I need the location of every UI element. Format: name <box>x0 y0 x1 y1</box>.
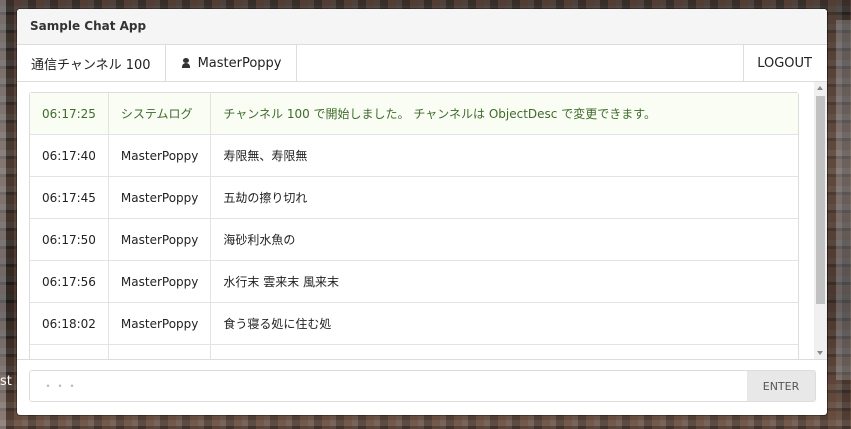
user-menu-item[interactable]: MasterPoppy <box>166 45 297 81</box>
scroll-thumb[interactable] <box>816 96 825 304</box>
chat-log-row: 06:17:45 MasterPoppy 五劫の擦り切れ <box>30 177 798 219</box>
message-sender: MasterPoppy <box>108 303 212 345</box>
message-time: 06:17:40 <box>30 135 109 177</box>
background-window-pane <box>0 0 6 429</box>
message-input[interactable] <box>30 371 747 401</box>
message-composer: ENTER <box>29 370 816 402</box>
background-text-fragment: st <box>0 374 12 389</box>
message-text <box>211 345 798 359</box>
app-title: Sample Chat App <box>17 9 827 45</box>
message-time: 06:17:45 <box>30 177 109 219</box>
menu-bar: 通信チャンネル 100 MasterPoppy LOGOUT <box>17 45 827 82</box>
chat-log-table: 06:17:25 システムログ チャンネル 100 で開始しました。 チャンネル… <box>29 92 799 359</box>
message-sender: MasterPoppy <box>108 177 212 219</box>
menu-spacer <box>297 45 744 81</box>
message-time: 06:18:02 <box>30 303 109 345</box>
message-text: チャンネル 100 で開始しました。 チャンネルは ObjectDesc で変更… <box>211 93 798 135</box>
chat-log-row-system: 06:17:25 システムログ チャンネル 100 で開始しました。 チャンネル… <box>30 93 798 135</box>
message-text: 五劫の擦り切れ <box>211 177 798 219</box>
username-label: MasterPoppy <box>197 55 282 71</box>
chat-log-row: 06:18:02 MasterPoppy 食う寝る処に住む処 <box>30 303 798 345</box>
message-time: 06:17:50 <box>30 219 109 261</box>
message-sender: MasterPoppy <box>108 261 212 303</box>
chat-log-row: 06:17:40 MasterPoppy 寿限無、寿限無 <box>30 135 798 177</box>
scroll-up-arrow-icon[interactable] <box>817 86 823 90</box>
message-text: 食う寝る処に住む処 <box>211 303 798 345</box>
enter-button[interactable]: ENTER <box>747 371 815 401</box>
chat-scrollbar[interactable] <box>814 82 827 359</box>
background-window-pane <box>836 20 851 380</box>
chat-app-window: Sample Chat App 通信チャンネル 100 MasterPoppy … <box>17 9 827 415</box>
message-time: 06:17:56 <box>30 261 109 303</box>
message-sender <box>109 345 212 359</box>
message-sender: MasterPoppy <box>108 219 212 261</box>
channel-label: 通信チャンネル 100 <box>31 57 151 73</box>
user-icon <box>181 58 190 68</box>
message-text: 水行末 雲来末 風来末 <box>211 261 798 303</box>
message-text: 海砂利水魚の <box>211 219 798 261</box>
chat-log-row <box>30 345 798 359</box>
channel-menu-item[interactable]: 通信チャンネル 100 <box>17 45 166 81</box>
chat-log-row: 06:17:56 MasterPoppy 水行末 雲来末 風来末 <box>30 261 798 303</box>
message-sender: システムログ <box>108 93 212 135</box>
message-sender: MasterPoppy <box>108 135 212 177</box>
scroll-down-arrow-icon[interactable] <box>817 351 823 355</box>
message-time <box>30 345 109 359</box>
chat-log-area[interactable]: 06:17:25 システムログ チャンネル 100 で開始しました。 チャンネル… <box>17 82 827 360</box>
message-text: 寿限無、寿限無 <box>211 135 798 177</box>
message-time: 06:17:25 <box>30 93 109 135</box>
logout-label: LOGOUT <box>757 55 812 71</box>
logout-button[interactable]: LOGOUT <box>743 45 827 81</box>
chat-log-row: 06:17:50 MasterPoppy 海砂利水魚の <box>30 219 798 261</box>
